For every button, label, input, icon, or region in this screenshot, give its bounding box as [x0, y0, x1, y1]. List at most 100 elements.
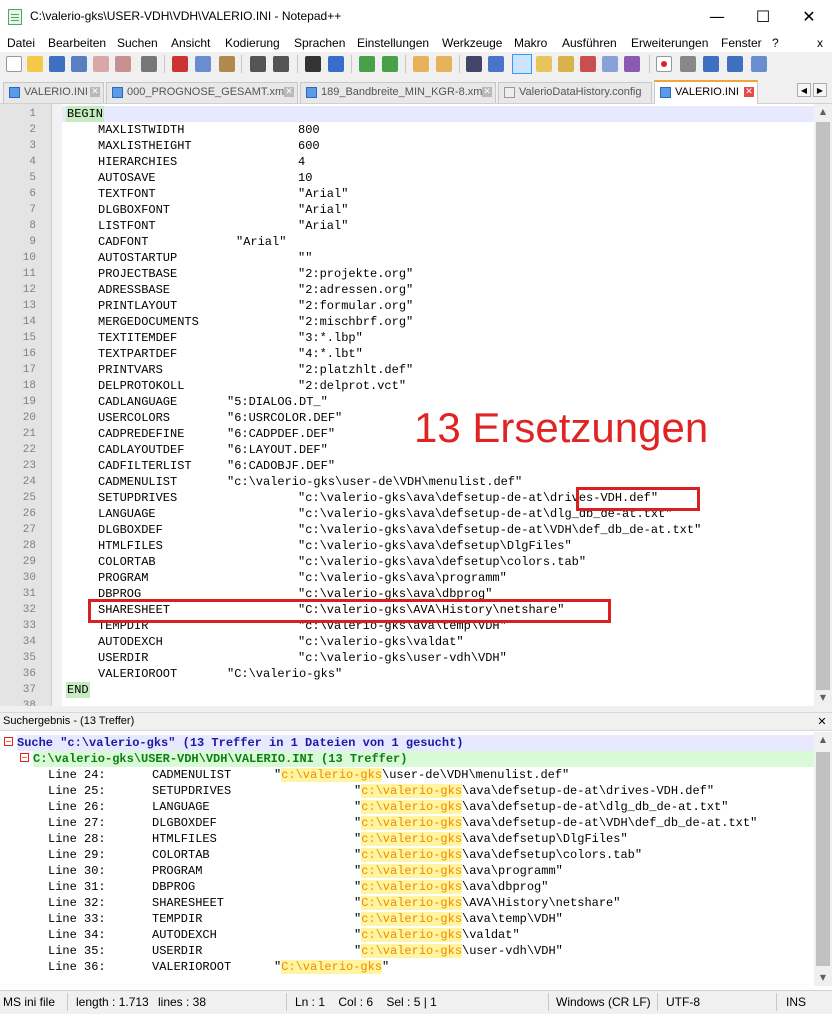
doc-map-icon[interactable]	[536, 56, 552, 72]
minimize-button[interactable]: —	[694, 0, 740, 34]
code-line[interactable]: TEXTFONT "Arial"	[62, 186, 814, 202]
sync-horizontal-icon[interactable]	[436, 56, 452, 72]
search-result-row[interactable]: Line 24: CADMENULIST "c:\valerio-gks\user-…	[0, 767, 814, 783]
code-line[interactable]: DLGBOXFONT "Arial"	[62, 202, 814, 218]
results-scroll-up-icon[interactable]: ▲	[814, 732, 832, 748]
code-line[interactable]: PROGRAM "c:\valerio-gks\ava\programm"	[62, 570, 814, 586]
code-line[interactable]: TEXTPARTDEF "4:*.lbt"	[62, 346, 814, 362]
search-result-row[interactable]: Line 30: PROGRAM "c:\valerio-gks\ava\progr…	[0, 863, 814, 879]
code-line[interactable]: USERDIR "c:\valerio-gks\user-vdh\VDH"	[62, 650, 814, 666]
menu-ausfuehren[interactable]: Ausführen	[562, 36, 617, 50]
code-line[interactable]: DLGBOXDEF "c:\valerio-gks\ava\defsetup-de…	[62, 522, 814, 538]
menu-erweiterungen[interactable]: Erweiterungen	[631, 36, 708, 50]
search-result-row[interactable]: Line 27: DLGBOXDEF "c:\valerio-gks\ava\def…	[0, 815, 814, 831]
menu-datei[interactable]: Datei	[7, 36, 35, 50]
tab-scroll-left-icon[interactable]: ◀	[797, 83, 811, 97]
menu-kodierung[interactable]: Kodierung	[225, 36, 280, 50]
menu-suchen[interactable]: Suchen	[117, 36, 158, 50]
search-results-close-icon[interactable]: ✕	[816, 716, 828, 728]
search-result-row[interactable]: Line 32: SHARESHEET "C:\valerio-gks\AVA\Hi…	[0, 895, 814, 911]
new-file-icon[interactable]	[6, 56, 22, 72]
code-line[interactable]: ADRESSBASE "2:adressen.org"	[62, 282, 814, 298]
search-result-row[interactable]: Line 34: AUTODEXCH "c:\valerio-gks\valdat"	[0, 927, 814, 943]
search-result-row[interactable]: Line 28: HTMLFILES "c:\valerio-gks\ava\def…	[0, 831, 814, 847]
search-result-row[interactable]: Line 26: LANGUAGE "c:\valerio-gks\ava\defs…	[0, 799, 814, 815]
tab-valerio-data-history[interactable]: ValerioDataHistory.config	[498, 82, 652, 103]
close-document-icon[interactable]: x	[817, 36, 823, 50]
code-line[interactable]: CADFONT "Arial"	[62, 234, 814, 250]
zoom-in-icon[interactable]	[359, 56, 375, 72]
search-result-row[interactable]: Line 31: DBPROG "c:\valerio-gks\ava\dbprog…	[0, 879, 814, 895]
menu-einstellungen[interactable]: Einstellungen	[357, 36, 429, 50]
menu-help[interactable]: ?	[772, 36, 779, 50]
close-button[interactable]: ✕	[786, 0, 832, 34]
show-all-chars-icon[interactable]	[488, 56, 504, 72]
code-line[interactable]: MAXLISTHEIGHT 600	[62, 138, 814, 154]
code-line[interactable]: BEGIN	[62, 106, 814, 122]
code-line[interactable]: CADFILTERLIST "6:CADOBJF.DEF"	[62, 458, 814, 474]
code-line[interactable]: HTMLFILES "c:\valerio-gks\ava\defsetup\Dl…	[62, 538, 814, 554]
menu-bearbeiten[interactable]: Bearbeiten	[48, 36, 106, 50]
results-scrollbar-thumb[interactable]	[816, 752, 830, 966]
code-line[interactable]: PRINTVARS "2:platzhlt.def"	[62, 362, 814, 378]
menu-sprachen[interactable]: Sprachen	[294, 36, 345, 50]
code-line[interactable]: LANGUAGE "c:\valerio-gks\ava\defsetup-de-…	[62, 506, 814, 522]
open-file-icon[interactable]	[27, 56, 43, 72]
code-line[interactable]: TEXTITEMDEF "3:*.lbp"	[62, 330, 814, 346]
close-file-icon[interactable]	[93, 56, 109, 72]
tab-close-icon[interactable]: ✕	[482, 87, 492, 97]
code-line[interactable]: END	[62, 682, 814, 698]
tab-prognose-gesamt[interactable]: 000_PROGNOSE_GESAMT.xml ✕	[106, 82, 298, 103]
stop-macro-icon[interactable]	[680, 56, 696, 72]
tab-close-icon[interactable]: ✕	[90, 87, 100, 97]
replace-icon[interactable]	[328, 56, 344, 72]
code-line[interactable]: COLORTAB "c:\valerio-gks\ava\defsetup\col…	[62, 554, 814, 570]
tab-bandbreite[interactable]: 189_Bandbreite_MIN_KGR-8.xml ✕	[300, 82, 496, 103]
code-line[interactable]: PRINTLAYOUT "2:formular.org"	[62, 298, 814, 314]
indent-guide-icon[interactable]	[512, 54, 532, 74]
code-line[interactable]: HIERARCHIES 4	[62, 154, 814, 170]
code-line[interactable]: AUTODEXCH "c:\valerio-gks\valdat"	[62, 634, 814, 650]
tab-valerio-ini-active[interactable]: VALERIO.INI ✕	[654, 80, 758, 104]
save-icon[interactable]	[49, 56, 65, 72]
copy-icon[interactable]	[195, 56, 211, 72]
save-all-icon[interactable]	[71, 56, 87, 72]
scroll-down-icon[interactable]: ▼	[814, 690, 832, 706]
doc-list-icon[interactable]	[602, 56, 618, 72]
search-result-row[interactable]: Line 35: USERDIR "c:\valerio-gks\user-vdh\…	[0, 943, 814, 959]
tab-close-icon[interactable]: ✕	[744, 87, 754, 97]
maximize-button[interactable]: ☐	[740, 0, 786, 34]
word-wrap-icon[interactable]	[466, 56, 482, 72]
run-macro-multiple-icon[interactable]	[727, 56, 743, 72]
menu-werkzeuge[interactable]: Werkzeuge	[442, 36, 502, 50]
menu-makro[interactable]: Makro	[514, 36, 547, 50]
redo-icon[interactable]	[273, 56, 289, 72]
search-result-row[interactable]: Line 33: TEMPDIR "c:\valerio-gks\ava\temp\…	[0, 911, 814, 927]
menu-ansicht[interactable]: Ansicht	[171, 36, 210, 50]
play-macro-icon[interactable]	[703, 56, 719, 72]
monitoring-icon[interactable]	[624, 56, 640, 72]
search-result-row[interactable]: Line 36: VALERIOROOT "C:\valerio-gks"	[0, 959, 814, 975]
undo-icon[interactable]	[250, 56, 266, 72]
code-line[interactable]: AUTOSAVE 10	[62, 170, 814, 186]
folder-workspace-icon[interactable]	[580, 56, 596, 72]
search-results-list[interactable]: − Suche "c:\valerio-gks" (13 Treffer in 1…	[0, 732, 814, 986]
code-line[interactable]: MAXLISTWIDTH 800	[62, 122, 814, 138]
print-icon[interactable]	[141, 56, 157, 72]
search-result-row[interactable]: Line 29: COLORTAB "c:\valerio-gks\ava\defs…	[0, 847, 814, 863]
code-line[interactable]: VALERIOROOT "C:\valerio-gks"	[62, 666, 814, 682]
menu-fenster[interactable]: Fenster	[721, 36, 762, 50]
tab-scroll-right-icon[interactable]: ▶	[813, 83, 827, 97]
function-list-icon[interactable]	[558, 56, 574, 72]
code-line[interactable]: CADMENULIST "c:\valerio-gks\user-de\VDH\m…	[62, 474, 814, 490]
code-line[interactable]: LISTFONT "Arial"	[62, 218, 814, 234]
code-line[interactable]: AUTOSTARTUP ""	[62, 250, 814, 266]
sync-vertical-icon[interactable]	[413, 56, 429, 72]
save-macro-icon[interactable]	[751, 56, 767, 72]
code-line[interactable]: MERGEDOCUMENTS "2:mischbrf.org"	[62, 314, 814, 330]
tab-valerio-ini[interactable]: VALERIO.INI ✕	[3, 82, 104, 103]
editor-scrollbar-thumb[interactable]	[816, 122, 830, 690]
tab-close-icon[interactable]: ✕	[284, 87, 294, 97]
code-line[interactable]: DELPROTOKOLL "2:delprot.vct"	[62, 378, 814, 394]
scroll-up-icon[interactable]: ▲	[814, 104, 832, 120]
